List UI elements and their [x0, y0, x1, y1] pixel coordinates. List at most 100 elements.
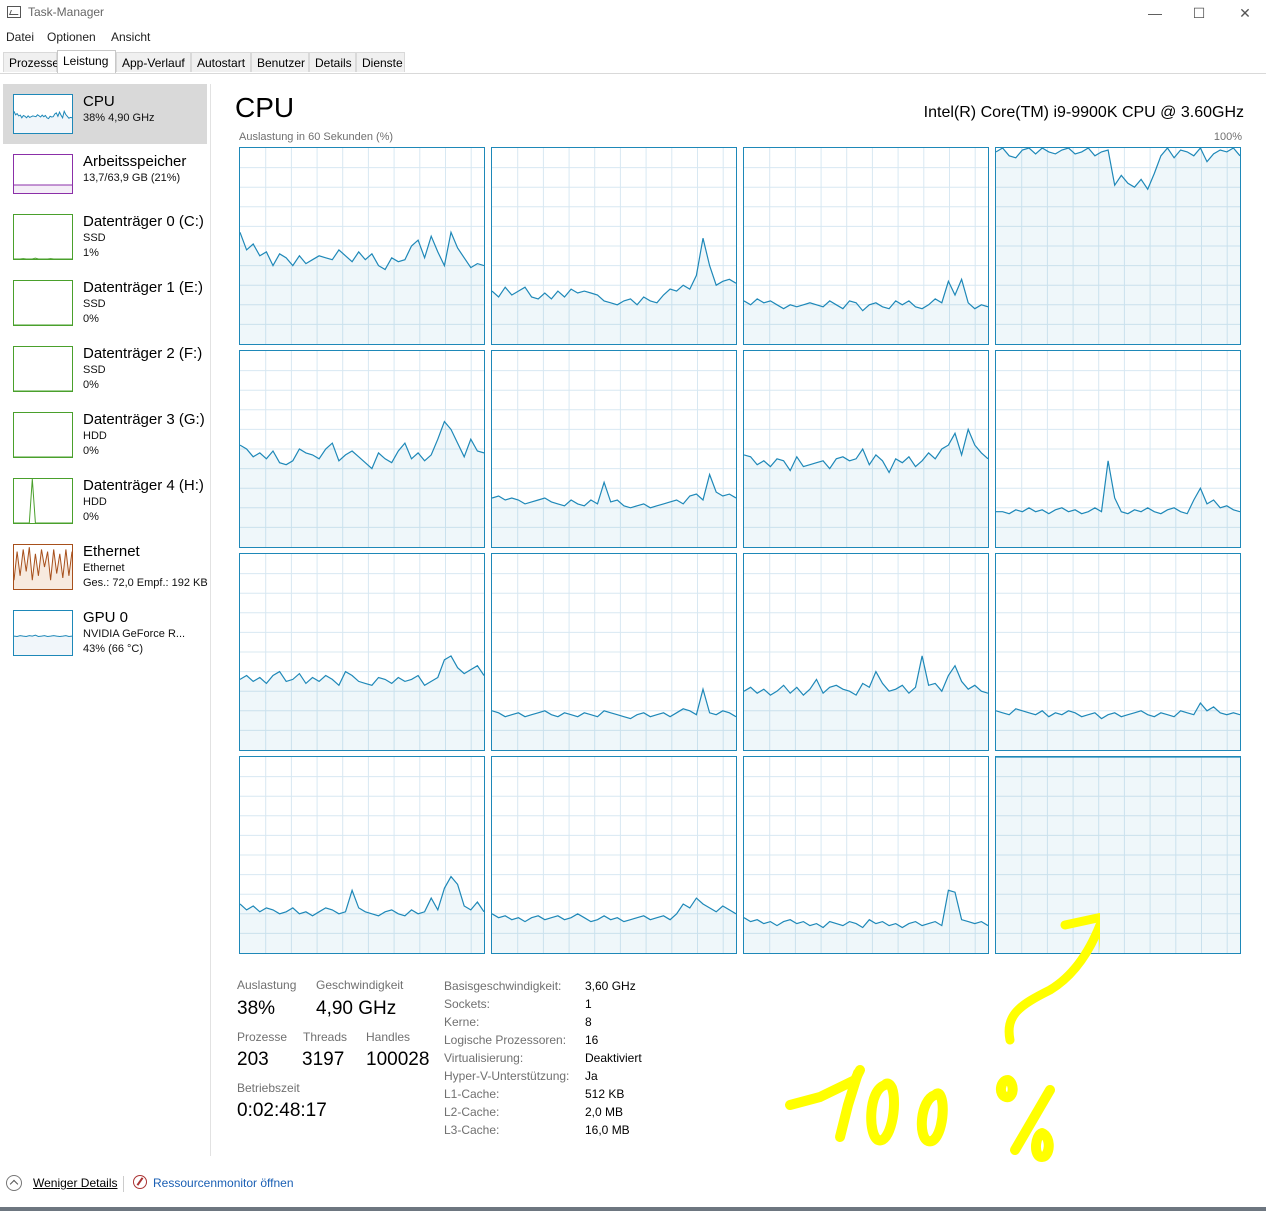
sidebar-item-label: GPU 0	[83, 609, 129, 626]
detail-label: Virtualisierung:	[444, 1051, 524, 1065]
sidebar-item-cpu[interactable]: CPU 38% 4,90 GHz	[3, 84, 207, 144]
utilization-area	[492, 474, 736, 547]
graph-canvas	[996, 148, 1240, 344]
utilization-area	[492, 238, 736, 344]
logical-processor-graph	[743, 553, 989, 751]
logical-processor-graph	[491, 756, 737, 954]
disk-thumbnail-graph	[13, 412, 73, 458]
logical-processor-graph	[239, 553, 485, 751]
tab-app-verlauf[interactable]: App-Verlauf	[116, 52, 191, 72]
footer: Weniger Details Ressourcenmonitor öffnen	[0, 1160, 1266, 1208]
sidebar-item-ethernet[interactable]: Ethernet Ethernet Ges.: 72,0 Empf.: 192 …	[3, 534, 208, 600]
sidebar-item-disk-4[interactable]: Datenträger 4 (H:) HDD 0%	[3, 468, 207, 534]
minimize-button[interactable]: —	[1132, 0, 1178, 26]
gpu-thumbnail-graph	[13, 610, 73, 656]
cpu-thumbnail-graph	[13, 94, 73, 134]
detail-value: 512 KB	[585, 1087, 625, 1101]
sidebar-item-label: Arbeitsspeicher	[83, 153, 187, 170]
tab-leistung[interactable]: Leistung	[57, 50, 116, 73]
cpu-model-name: Intel(R) Core(TM) i9-9900K CPU @ 3.60GHz	[923, 104, 1244, 121]
detail-value: 16,0 MB	[585, 1123, 630, 1137]
logical-processor-graph	[239, 350, 485, 548]
detail-value: 3,60 GHz	[585, 979, 636, 993]
logical-processor-graph	[491, 553, 737, 751]
detail-value: 16	[585, 1033, 599, 1047]
sidebar-item-disk-3[interactable]: Datenträger 3 (G:) HDD 0%	[3, 402, 207, 468]
sidebar-item-sub: 0%	[83, 379, 99, 391]
sidebar-divider	[210, 84, 211, 1156]
chevron-up-icon[interactable]	[6, 1175, 22, 1191]
sidebar-item-label: Datenträger 2 (F:)	[83, 345, 203, 362]
resource-monitor-link[interactable]: Ressourcenmonitor öffnen	[153, 1176, 294, 1190]
fewer-details-link[interactable]: Weniger Details	[33, 1176, 117, 1190]
uptime-value: 0:02:48:17	[237, 1100, 327, 1121]
page-title: CPU	[235, 92, 295, 123]
utilization-area	[744, 279, 988, 344]
graph-canvas	[492, 554, 736, 750]
logical-processor-graph	[491, 147, 737, 345]
window-bottom-edge	[0, 1207, 1266, 1211]
speed-label: Geschwindigkeit	[316, 978, 404, 992]
thumbnail-area	[14, 185, 72, 193]
tab-benutzer[interactable]: Benutzer	[251, 52, 309, 72]
sidebar-item-sub: 1%	[83, 247, 99, 259]
detail-value: Ja	[585, 1069, 598, 1083]
tab-prozesse[interactable]: Prozesse	[3, 52, 59, 72]
sidebar-item-gpu[interactable]: GPU 0 NVIDIA GeForce R... 43% (66 °C)	[3, 600, 207, 666]
tab-dienste[interactable]: Dienste	[356, 52, 405, 72]
sidebar-item-sub: HDD	[83, 496, 107, 508]
title-bar: Task-Manager — ☐ ✕	[0, 0, 1266, 26]
maximize-button[interactable]: ☐	[1176, 0, 1222, 26]
sidebar-item-label: Ethernet	[83, 543, 140, 560]
graph-canvas	[492, 351, 736, 547]
graph-canvas	[240, 554, 484, 750]
sidebar-item-label: Datenträger 3 (G:)	[83, 411, 205, 428]
disk-thumbnail-graph	[13, 214, 73, 260]
detail-label: Basisgeschwindigkeit:	[444, 979, 562, 993]
close-button[interactable]: ✕	[1222, 0, 1266, 26]
sidebar-item-disk-2[interactable]: Datenträger 2 (F:) SSD 0%	[3, 336, 207, 402]
threads-label: Threads	[303, 1030, 348, 1044]
sidebar-item-sub: 13,7/63,9 GB (21%)	[83, 172, 181, 184]
annotation-percent-dot-2	[1031, 1128, 1054, 1162]
tab-bar: Prozesse Leistung App-Verlauf Autostart …	[0, 50, 1266, 74]
sidebar-item-memory[interactable]: Arbeitsspeicher 13,7/63,9 GB (21%)	[3, 144, 207, 204]
menu-optionen[interactable]: Optionen	[47, 30, 96, 44]
logical-processor-graph	[239, 147, 485, 345]
detail-label: L2-Cache:	[444, 1105, 500, 1119]
sidebar-item-disk-0[interactable]: Datenträger 0 (C:) SSD 1%	[3, 204, 207, 270]
detail-label: Hyper-V-Unterstützung:	[444, 1069, 570, 1083]
detail-value: Deaktiviert	[585, 1051, 642, 1065]
sidebar-item-sub: 0%	[83, 313, 99, 325]
logical-processor-graph	[491, 350, 737, 548]
logical-processor-graph	[743, 147, 989, 345]
detail-value: 2,0 MB	[585, 1105, 624, 1119]
processes-value: 203	[237, 1049, 269, 1070]
sidebar-item-sub: SSD	[83, 364, 106, 376]
detail-label: Logische Prozessoren:	[444, 1033, 567, 1047]
resource-monitor-icon	[133, 1175, 147, 1189]
annotation-zero-2	[916, 1088, 948, 1147]
handles-label: Handles	[366, 1030, 411, 1044]
sidebar-item-sub: Ges.: 72,0 Empf.: 192 KB	[83, 577, 208, 589]
annotation-arrow-shaft	[1004, 920, 1100, 1045]
speed-value: 4,90 GHz	[316, 998, 397, 1019]
logical-processor-graph	[995, 147, 1241, 345]
sidebar-item-sub: 0%	[83, 445, 99, 457]
sidebar-item-label: CPU	[83, 93, 115, 110]
utilization-area	[240, 421, 484, 547]
utilization-area	[492, 689, 736, 750]
tab-autostart[interactable]: Autostart	[191, 52, 251, 72]
graph-canvas	[996, 554, 1240, 750]
graph-canvas	[492, 757, 736, 953]
graph-canvas	[744, 554, 988, 750]
sidebar-item-label: Datenträger 4 (H:)	[83, 477, 204, 494]
detail-label: L3-Cache:	[444, 1123, 500, 1137]
menu-ansicht[interactable]: Ansicht	[111, 30, 150, 44]
menu-datei[interactable]: Datei	[6, 30, 34, 44]
sidebar-item-disk-1[interactable]: Datenträger 1 (E:) SSD 0%	[3, 270, 207, 336]
logical-processor-graph	[743, 350, 989, 548]
tab-details[interactable]: Details	[309, 52, 356, 72]
detail-value: 8	[585, 1015, 592, 1029]
window-title: Task-Manager	[28, 5, 105, 19]
